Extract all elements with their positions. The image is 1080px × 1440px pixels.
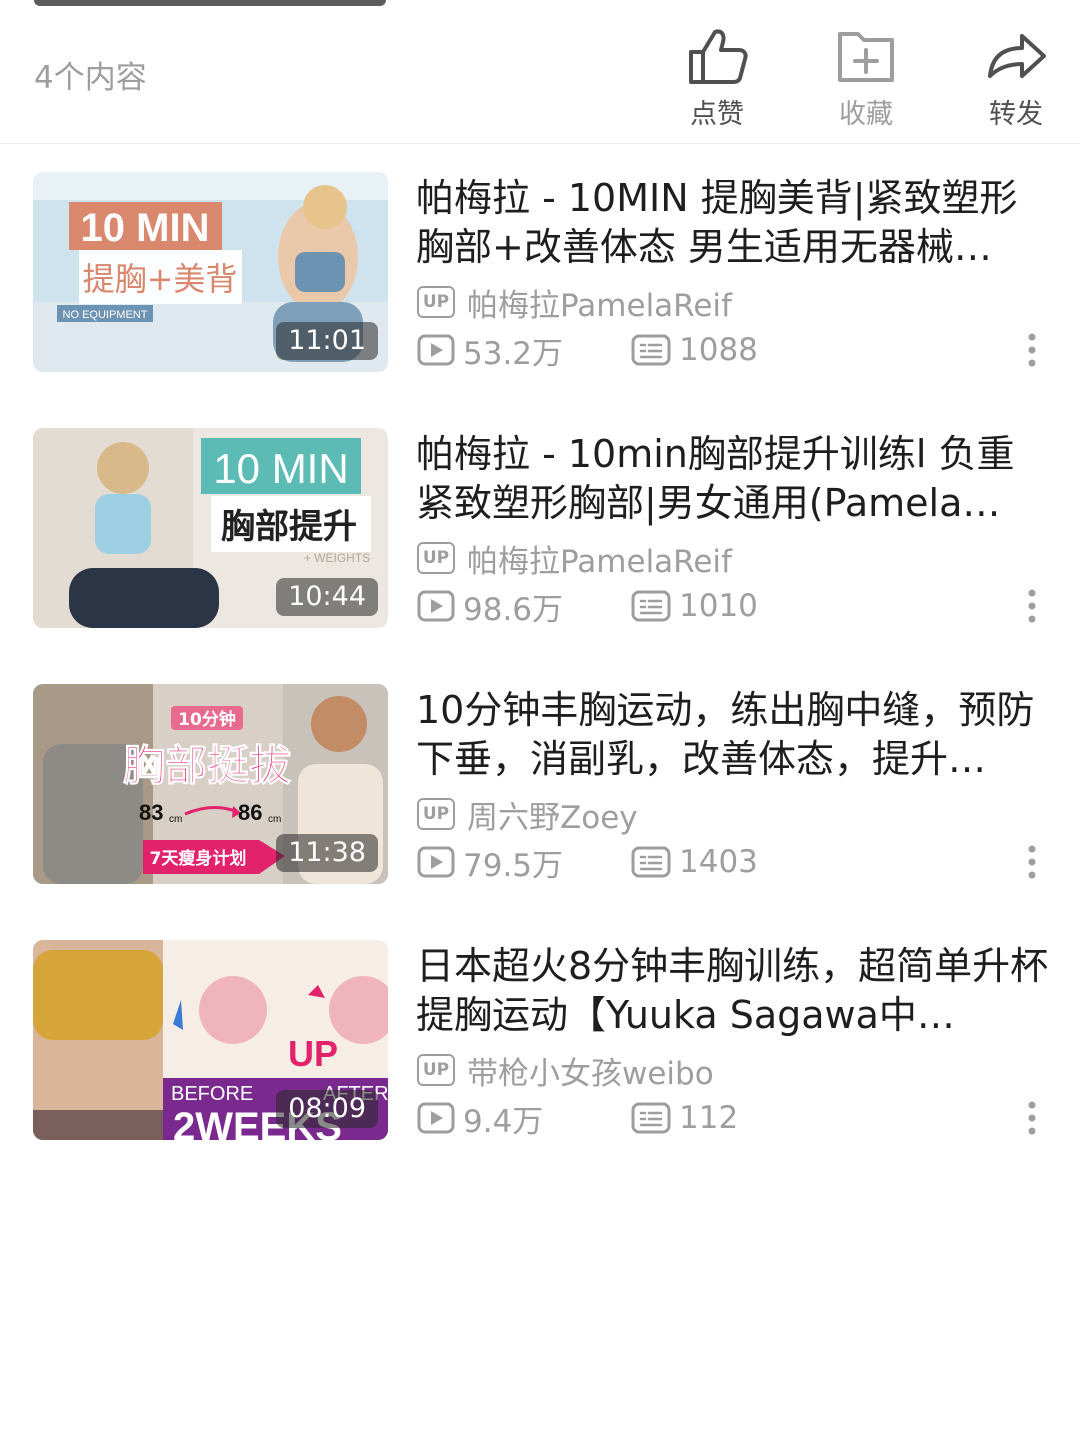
thumb-text-line1: 胸部挺拔 <box>123 741 291 790</box>
author-name: 周六野Zoey <box>467 799 638 836</box>
like-label: 点赞 <box>690 99 744 130</box>
video-title[interactable]: 帕梅拉 - 10min胸部提升训练l 负重紧致塑形胸部|男女通用(Pamela… <box>416 430 1052 528</box>
danmaku-icon <box>631 846 671 878</box>
thumb-text-line1: 10 MIN <box>213 445 348 492</box>
video-thumbnail[interactable]: 10 MIN 提胸+美背 NO EQUIPMENT 11:01 <box>33 172 388 372</box>
thumb-banner: 7天瘦身计划 <box>150 848 247 869</box>
view-count-value: 98.6万 <box>463 591 564 628</box>
up-badge: UP <box>417 1054 455 1086</box>
video-title[interactable]: 帕梅拉 - 10MIN 提胸美背|紧致塑形胸部+改善体态 男生适用无器械… <box>416 174 1052 272</box>
thumb-from: 83 <box>139 800 163 825</box>
thumb-to: 86 <box>238 800 262 825</box>
author-row[interactable]: UP 带枪小女孩weibo <box>417 1050 714 1092</box>
comment-count: 112 <box>631 1100 738 1136</box>
up-badge: UP <box>417 286 455 318</box>
up-badge: UP <box>417 542 455 574</box>
thumb-before: BEFORE <box>171 1083 253 1105</box>
play-icon <box>417 1102 455 1134</box>
danmaku-icon <box>631 590 671 622</box>
view-count: 9.4万 <box>417 1096 631 1141</box>
video-thumbnail[interactable]: 10 MIN 胸部提升 + WEIGHTS 10:44 <box>33 428 388 628</box>
play-icon <box>417 846 455 878</box>
video-item[interactable]: 10分钟 胸部挺拔 83 cm 86 cm 7天瘦身计划 11:38 10分钟丰… <box>0 684 1080 884</box>
comment-count-value: 1403 <box>679 844 758 880</box>
share-label: 转发 <box>989 99 1043 130</box>
view-count: 98.6万 <box>417 584 631 629</box>
author-row[interactable]: UP 帕梅拉PamelaReif <box>417 282 732 324</box>
video-thumbnail[interactable]: UP BEFORE AFTER 2WEEKS 08:09 <box>33 940 388 1140</box>
comment-count-value: 1088 <box>679 332 758 368</box>
favorite-button[interactable]: 收藏 <box>811 26 921 131</box>
thumb-unit-a: cm <box>169 814 182 825</box>
thumb-text-line1: 10 MIN <box>81 206 210 250</box>
danmaku-icon <box>631 334 671 366</box>
author-name: 帕梅拉PamelaReif <box>467 543 732 580</box>
comment-count-value: 112 <box>679 1100 739 1136</box>
collection-header: 4个内容 点赞 收藏 转发 <box>0 0 1080 144</box>
more-options-icon[interactable] <box>1024 588 1040 624</box>
danmaku-icon <box>631 1102 671 1134</box>
video-thumbnail[interactable]: 10分钟 胸部挺拔 83 cm 86 cm 7天瘦身计划 11:38 <box>33 684 388 884</box>
view-count-value: 9.4万 <box>463 1103 544 1140</box>
comment-count: 1088 <box>631 332 758 368</box>
view-count: 79.5万 <box>417 840 631 885</box>
view-count-value: 79.5万 <box>463 847 564 884</box>
share-button[interactable]: 转发 <box>961 26 1071 131</box>
view-count-value: 53.2万 <box>463 335 564 372</box>
favorite-label: 收藏 <box>839 99 893 130</box>
video-title[interactable]: 10分钟丰胸运动，练出胸中缝，预防下垂，消副乳，改善体态，提升… <box>416 686 1052 784</box>
play-icon <box>417 334 455 366</box>
thumbs-up-icon <box>689 29 748 84</box>
thumb-tag: NO EQUIPMENT <box>63 309 148 321</box>
video-title[interactable]: 日本超火8分钟丰胸训练，超简单升杯提胸运动【Yuuka Sagawa中… <box>416 942 1052 1040</box>
video-duration: 08:09 <box>276 1090 378 1128</box>
author-row[interactable]: UP 帕梅拉PamelaReif <box>417 538 732 580</box>
item-count: 4个内容 <box>34 60 147 96</box>
video-item[interactable]: 10 MIN 胸部提升 + WEIGHTS 10:44 帕梅拉 - 10min胸… <box>0 428 1080 628</box>
author-name: 带枪小女孩weibo <box>467 1055 714 1092</box>
view-count: 53.2万 <box>417 328 631 373</box>
thumb-tag: + WEIGHTS <box>304 551 370 565</box>
more-options-icon[interactable] <box>1024 844 1040 880</box>
author-row[interactable]: UP 周六野Zoey <box>417 794 638 836</box>
video-duration: 10:44 <box>276 578 378 616</box>
video-item[interactable]: 10 MIN 提胸+美背 NO EQUIPMENT 11:01 帕梅拉 - 10… <box>0 172 1080 372</box>
comment-count: 1010 <box>631 588 758 624</box>
comment-count-value: 1010 <box>679 588 758 624</box>
comment-count: 1403 <box>631 844 758 880</box>
more-options-icon[interactable] <box>1024 332 1040 368</box>
thumb-unit-b: cm <box>268 814 281 825</box>
author-name: 帕梅拉PamelaReif <box>467 287 732 324</box>
play-icon <box>417 590 455 622</box>
thumb-text-line2: 胸部提升 <box>221 507 357 547</box>
stats-row: 9.4万 112 <box>417 1096 1057 1141</box>
stats-row: 53.2万 1088 <box>417 328 1057 373</box>
video-duration: 11:38 <box>276 834 378 872</box>
video-duration: 11:01 <box>276 322 378 360</box>
thumb-text-line2: 提胸+美背 <box>83 260 238 298</box>
like-button[interactable]: 点赞 <box>662 26 772 131</box>
more-options-icon[interactable] <box>1024 1100 1040 1136</box>
video-item[interactable]: UP BEFORE AFTER 2WEEKS 08:09 日本超火8分钟丰胸训练… <box>0 940 1080 1140</box>
thumb-tag: 10分钟 <box>178 709 236 730</box>
stats-row: 98.6万 1010 <box>417 584 1057 629</box>
stats-row: 79.5万 1403 <box>417 840 1057 885</box>
folder-add-icon <box>838 32 894 82</box>
share-arrow-icon <box>988 34 1046 78</box>
thumb-up-label: UP <box>288 1033 338 1074</box>
up-badge: UP <box>417 798 455 830</box>
